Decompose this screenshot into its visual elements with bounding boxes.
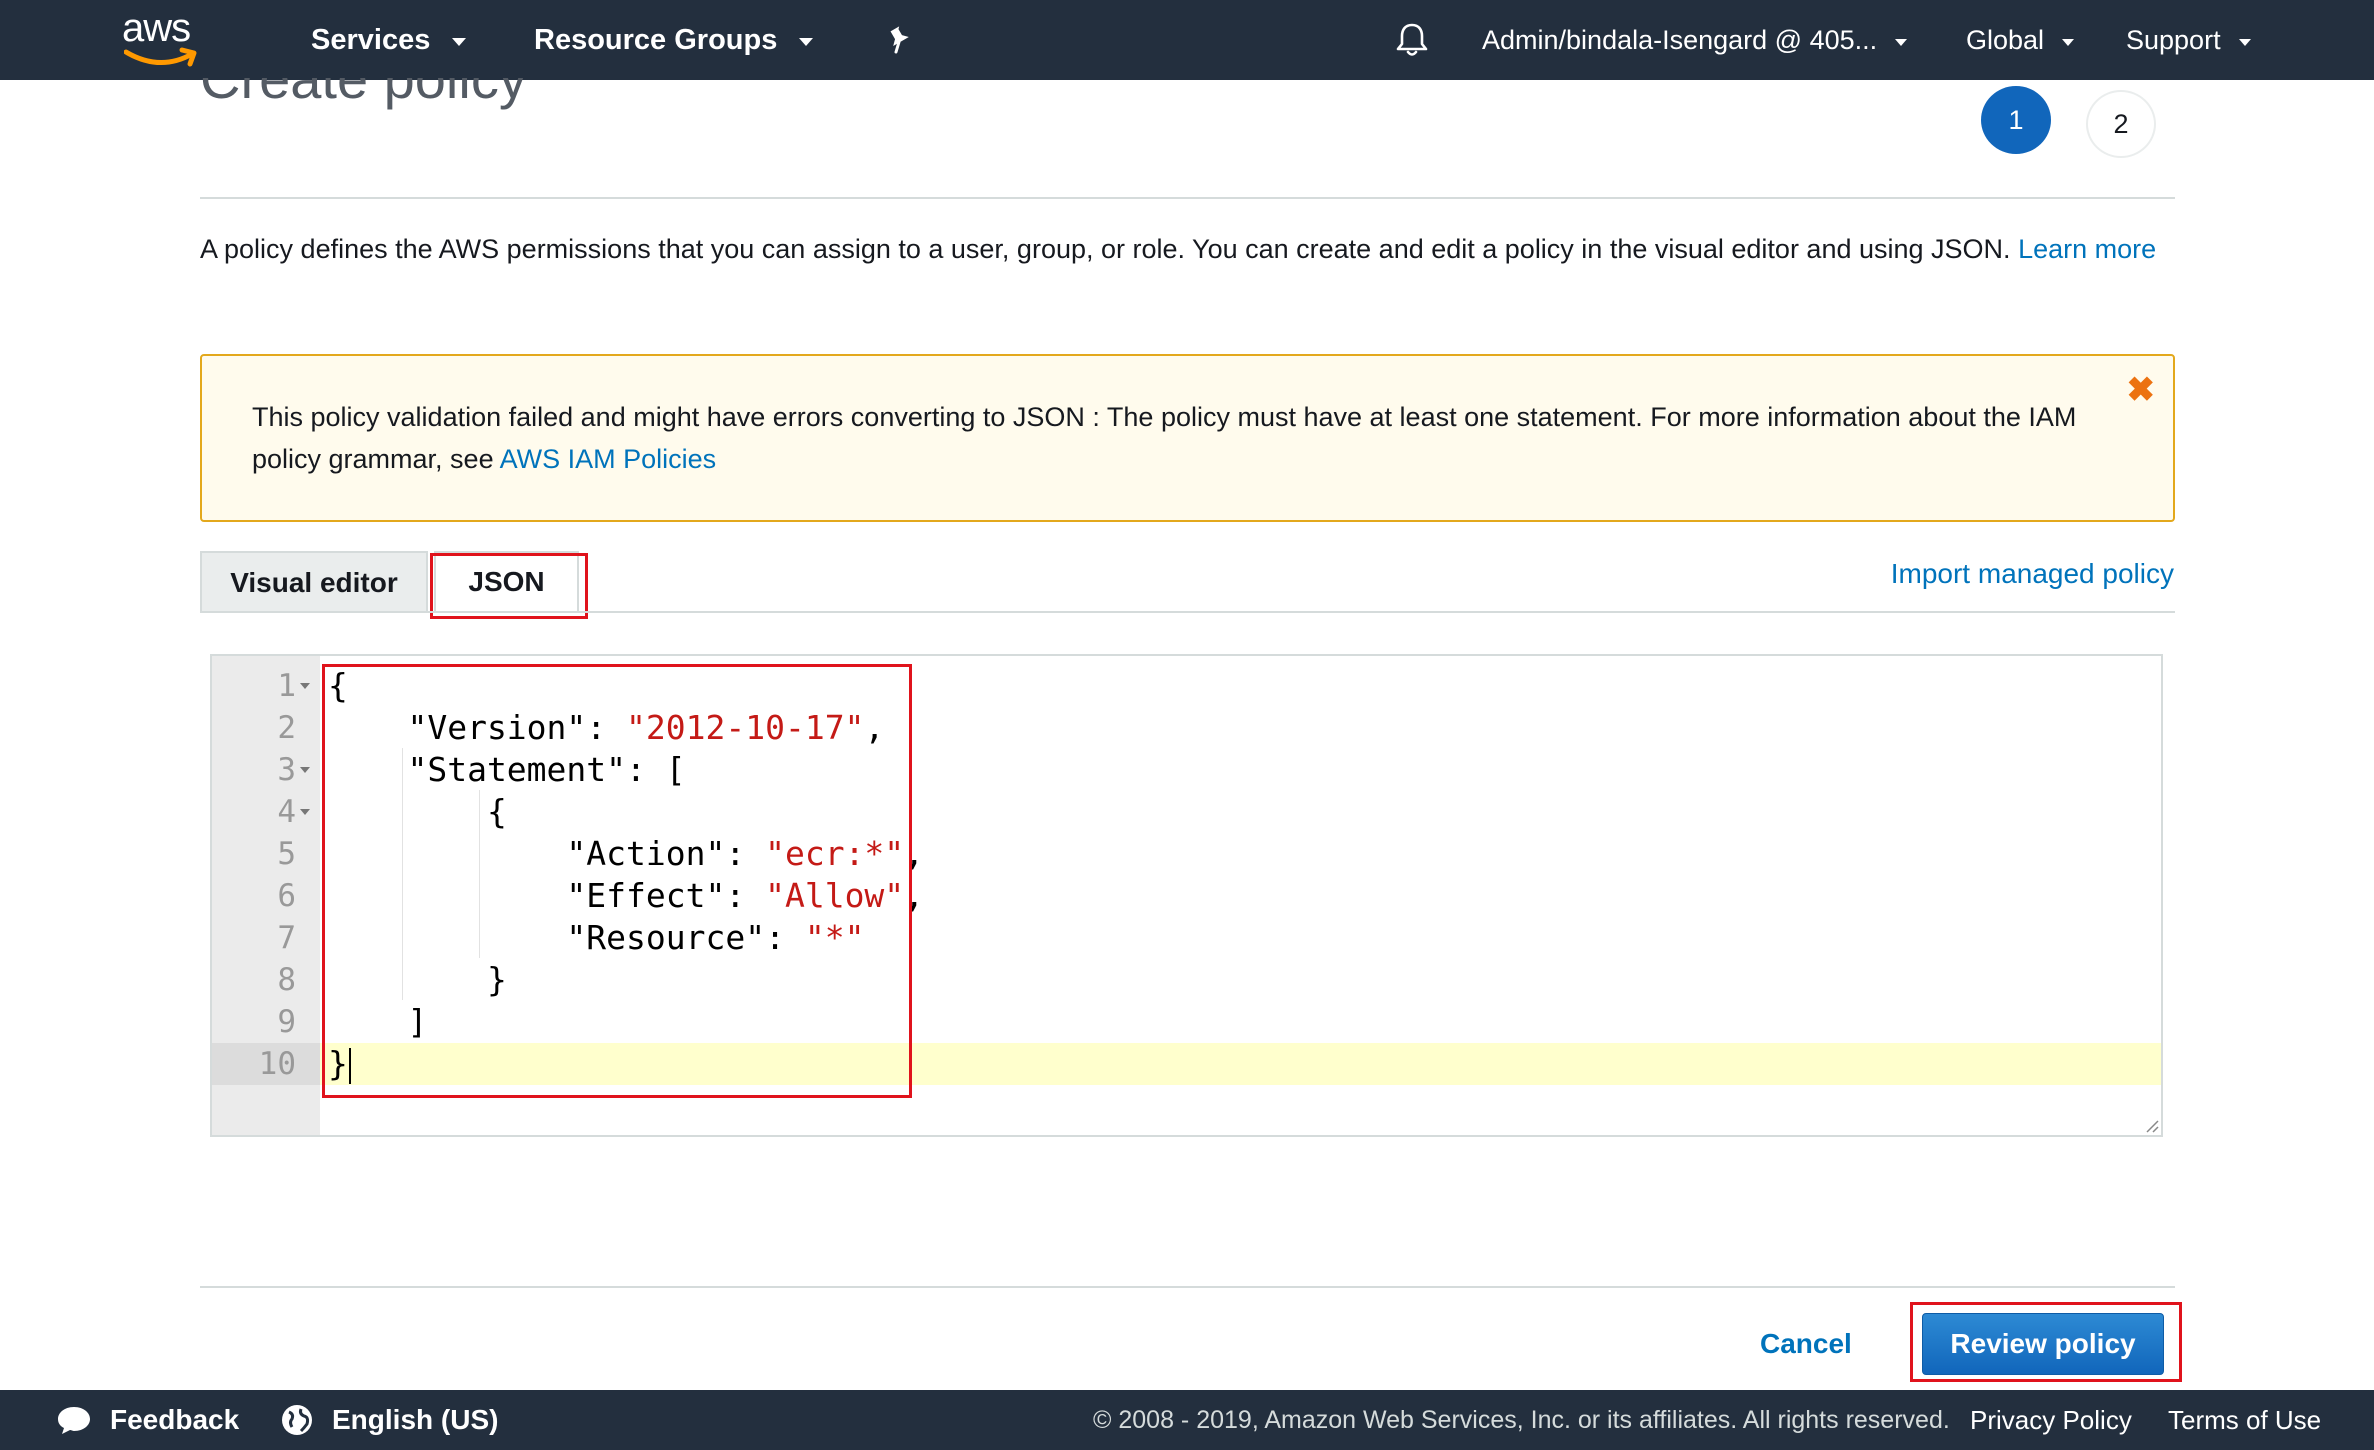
globe-icon	[282, 1405, 312, 1435]
wizard-step-2[interactable]: 2	[2086, 90, 2156, 158]
review-button-highlight	[1910, 1302, 2182, 1382]
bell-icon	[1396, 23, 1428, 56]
cancel-button[interactable]: Cancel	[1760, 1322, 1852, 1366]
resource-groups-menu[interactable]: Resource Groups	[534, 0, 814, 80]
account-label: Admin/bindala-Isengard @ 405...	[1482, 24, 1878, 55]
validation-warning-alert: This policy validation failed and might …	[200, 354, 2175, 522]
support-label: Support	[2126, 24, 2221, 55]
tab-visual-editor[interactable]: Visual editor	[200, 551, 428, 613]
actions-divider	[200, 1286, 2175, 1288]
chevron-down-icon	[1895, 38, 1908, 46]
intro-text: A policy defines the AWS permissions tha…	[200, 234, 2011, 264]
json-code-highlight	[322, 664, 912, 1098]
page-title-text: Create policy	[200, 78, 527, 110]
line-number: 10	[258, 1046, 296, 1082]
tab-visual-editor-label: Visual editor	[230, 567, 398, 598]
services-menu[interactable]: Services	[311, 0, 467, 80]
region-menu[interactable]: Global	[1966, 0, 2075, 80]
chevron-down-icon	[2062, 38, 2075, 46]
chevron-down-icon	[799, 38, 814, 46]
wizard-step-1[interactable]: 1	[1981, 86, 2051, 154]
intro-paragraph: A policy defines the AWS permissions tha…	[200, 228, 2180, 270]
line-number: 3	[277, 752, 296, 788]
language-label: English (US)	[332, 1404, 499, 1435]
feedback-bubble-icon	[58, 1407, 90, 1434]
copyright-text: © 2008 - 2019, Amazon Web Services, Inc.…	[1093, 1405, 1950, 1434]
line-number: 4	[277, 794, 296, 830]
line-number: 2	[277, 710, 296, 746]
learn-more-link[interactable]: Learn more	[2018, 234, 2156, 264]
aws-logo[interactable]: aws	[118, 6, 208, 70]
line-number: 6	[277, 878, 296, 914]
aws-iam-policies-link[interactable]: AWS IAM Policies	[500, 444, 717, 474]
line-number: 1	[277, 668, 296, 704]
resource-groups-label: Resource Groups	[534, 23, 778, 56]
close-icon[interactable]: ✖	[2127, 370, 2156, 410]
top-navigation: aws Services Resource Groups Admin/binda…	[0, 0, 2374, 80]
alert-message: This policy validation failed and might …	[252, 396, 2092, 480]
account-menu[interactable]: Admin/bindala-Isengard @ 405...	[1482, 0, 1908, 80]
region-label: Global	[1966, 24, 2045, 55]
services-label: Services	[311, 23, 431, 56]
line-number: 8	[277, 962, 296, 998]
line-number: 7	[277, 920, 296, 956]
tabs-divider	[200, 611, 2175, 613]
feedback-link[interactable]: Feedback	[56, 1390, 239, 1450]
pin-icon	[890, 26, 909, 54]
resize-handle-icon[interactable]	[2143, 1117, 2159, 1133]
fold-toggle-icon[interactable]	[300, 767, 310, 773]
privacy-policy-link[interactable]: Privacy Policy	[1970, 1390, 2132, 1450]
fold-toggle-icon[interactable]	[300, 809, 310, 815]
smile-arrow-icon	[124, 47, 197, 67]
logo-text: aws	[122, 6, 191, 50]
notifications-button[interactable]	[1395, 0, 1429, 80]
feedback-label: Feedback	[110, 1404, 240, 1435]
console-footer: Feedback English (US) © 2008 - 2019, Ama…	[0, 1390, 2374, 1450]
line-number: 5	[277, 836, 296, 872]
terms-of-use-link[interactable]: Terms of Use	[2168, 1390, 2321, 1450]
line-number: 9	[277, 1004, 296, 1040]
json-tab-highlight	[430, 553, 588, 619]
header-divider	[200, 197, 2175, 199]
chevron-down-icon	[452, 38, 467, 46]
chevron-down-icon	[2238, 38, 2251, 46]
language-selector[interactable]: English (US)	[280, 1390, 498, 1450]
import-managed-policy-link[interactable]: Import managed policy	[1891, 558, 2174, 590]
pin-button[interactable]	[886, 0, 912, 80]
page-title: Create policy	[200, 78, 527, 140]
support-menu[interactable]: Support	[2126, 0, 2251, 80]
fold-toggle-icon[interactable]	[300, 683, 310, 689]
